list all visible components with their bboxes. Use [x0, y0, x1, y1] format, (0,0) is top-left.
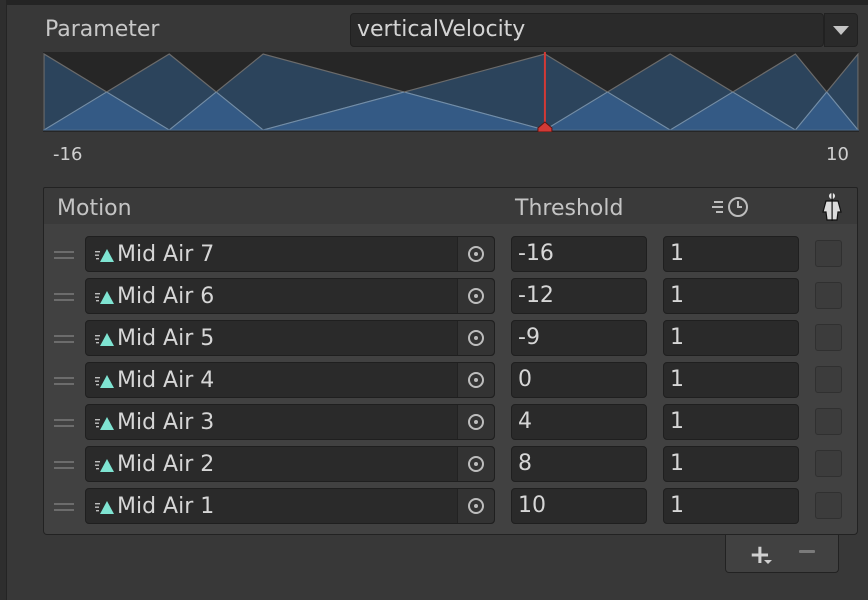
- motion-name: Mid Air 1: [117, 494, 215, 519]
- motion-field[interactable]: Mid Air 1: [85, 488, 495, 524]
- motion-name: Mid Air 4: [117, 368, 215, 393]
- animation-clip-icon: [95, 457, 115, 472]
- speed-input[interactable]: 1: [663, 446, 799, 482]
- top-divider: [0, 0, 868, 5]
- target-picker-icon: [468, 330, 484, 346]
- animation-clip-icon: [95, 331, 115, 346]
- target-picker-icon: [468, 456, 484, 472]
- motion-field[interactable]: Mid Air 7: [85, 236, 495, 272]
- speed-input[interactable]: 1: [663, 362, 799, 398]
- object-picker-button[interactable]: [457, 279, 494, 313]
- object-picker-button[interactable]: [457, 363, 494, 397]
- motion-row: Mid Air 5 -9 1: [44, 320, 857, 360]
- drag-handle-icon[interactable]: [54, 293, 74, 301]
- speed-input[interactable]: 1: [663, 404, 799, 440]
- threshold-input[interactable]: -16: [511, 236, 647, 272]
- speed-input[interactable]: 1: [663, 488, 799, 524]
- drag-handle-icon[interactable]: [54, 419, 74, 427]
- chevron-down-icon: [833, 25, 849, 35]
- add-dropdown-caret-icon: [764, 560, 772, 564]
- motion-field[interactable]: Mid Air 4: [85, 362, 495, 398]
- threshold-input[interactable]: 0: [511, 362, 647, 398]
- mirror-checkbox[interactable]: [815, 450, 842, 477]
- motion-field[interactable]: Mid Air 6: [85, 278, 495, 314]
- object-picker-button[interactable]: [457, 447, 494, 481]
- animation-clip-icon: [95, 373, 115, 388]
- animation-clip-icon: [95, 415, 115, 430]
- parameter-dropdown-button[interactable]: [824, 13, 858, 47]
- speed-input[interactable]: 1: [663, 278, 799, 314]
- motion-row: Mid Air 2 8 1: [44, 446, 857, 486]
- drag-handle-icon[interactable]: [54, 251, 74, 259]
- drag-handle-icon[interactable]: [54, 335, 74, 343]
- motion-name: Mid Air 3: [117, 410, 215, 435]
- object-picker-button[interactable]: [457, 405, 494, 439]
- left-divider: [0, 0, 7, 600]
- graph-max-label: 10: [826, 144, 849, 165]
- graph-min-label: -16: [53, 144, 83, 165]
- object-picker-button[interactable]: [457, 237, 494, 271]
- target-picker-icon: [468, 288, 484, 304]
- motion-field[interactable]: Mid Air 2: [85, 446, 495, 482]
- threshold-input[interactable]: 4: [511, 404, 647, 440]
- motion-name: Mid Air 7: [117, 242, 215, 267]
- motion-row: Mid Air 7 -16 1: [44, 236, 857, 276]
- motion-field[interactable]: Mid Air 5: [85, 320, 495, 356]
- mirror-checkbox[interactable]: [815, 492, 842, 519]
- mirror-figure-icon: [819, 192, 845, 226]
- threshold-input[interactable]: -12: [511, 278, 647, 314]
- drag-handle-icon[interactable]: [54, 503, 74, 511]
- speed-input[interactable]: 1: [663, 236, 799, 272]
- animation-speed-icon: [712, 195, 752, 223]
- header-threshold: Threshold: [515, 196, 624, 221]
- remove-motion-button[interactable]: [799, 550, 815, 553]
- mirror-checkbox[interactable]: [815, 282, 842, 309]
- motion-field[interactable]: Mid Air 3: [85, 404, 495, 440]
- threshold-input[interactable]: 10: [511, 488, 647, 524]
- parameter-dropdown[interactable]: verticalVelocity: [350, 13, 824, 47]
- parameter-label: Parameter: [45, 17, 160, 42]
- object-picker-button[interactable]: [457, 321, 494, 355]
- motion-list: Mid Air 7 -16 1 Mid Air 6 -12 1 Mid Air …: [43, 224, 858, 535]
- animation-clip-icon: [95, 289, 115, 304]
- add-motion-button[interactable]: +: [749, 542, 771, 568]
- header-motion: Motion: [57, 196, 132, 221]
- motion-name: Mid Air 2: [117, 452, 215, 477]
- mirror-checkbox[interactable]: [815, 366, 842, 393]
- motion-row: Mid Air 4 0 1: [44, 362, 857, 402]
- mirror-checkbox[interactable]: [815, 324, 842, 351]
- animation-clip-icon: [95, 499, 115, 514]
- drag-handle-icon[interactable]: [54, 461, 74, 469]
- motion-row: Mid Air 6 -12 1: [44, 278, 857, 318]
- motion-list-header: Motion Threshold: [43, 187, 858, 225]
- mirror-checkbox[interactable]: [815, 240, 842, 267]
- threshold-input[interactable]: -9: [511, 320, 647, 356]
- motion-row: Mid Air 3 4 1: [44, 404, 857, 444]
- target-picker-icon: [468, 246, 484, 262]
- mirror-checkbox[interactable]: [815, 408, 842, 435]
- list-footer: +: [725, 535, 839, 573]
- motion-name: Mid Air 5: [117, 326, 215, 351]
- motion-name: Mid Air 6: [117, 284, 215, 309]
- drag-handle-icon[interactable]: [54, 377, 74, 385]
- threshold-input[interactable]: 8: [511, 446, 647, 482]
- target-picker-icon: [468, 372, 484, 388]
- blend-tree-graph[interactable]: [43, 52, 859, 132]
- object-picker-button[interactable]: [457, 489, 494, 523]
- speed-input[interactable]: 1: [663, 320, 799, 356]
- animation-clip-icon: [95, 247, 115, 262]
- motion-row: Mid Air 1 10 1: [44, 488, 857, 528]
- target-picker-icon: [468, 414, 484, 430]
- target-picker-icon: [468, 498, 484, 514]
